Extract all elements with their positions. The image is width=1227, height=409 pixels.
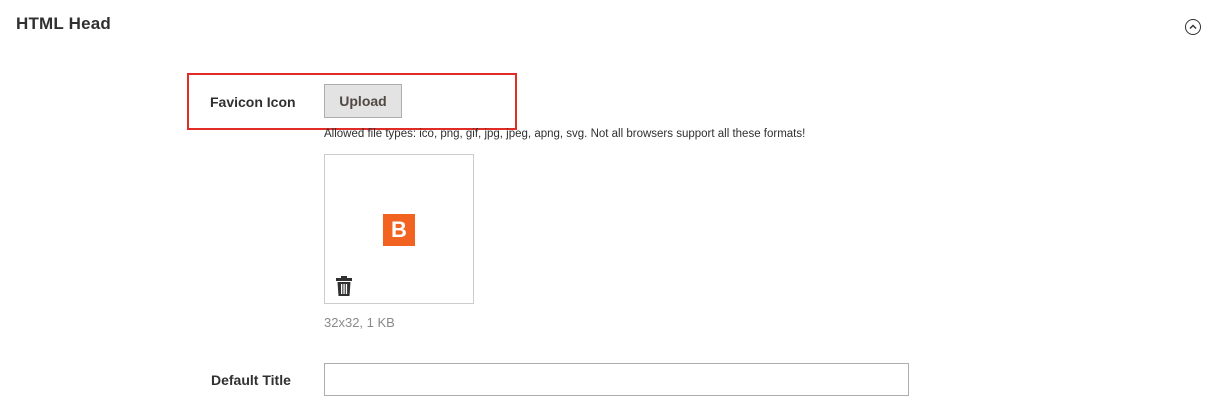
collapse-button[interactable] [1185,19,1201,35]
file-meta: 32x32, 1 KB [324,315,395,330]
section-title: HTML Head [16,14,111,33]
chevron-up-icon [1189,24,1197,29]
favicon-preview-box: B [324,154,474,304]
upload-button[interactable]: Upload [324,84,402,118]
allowed-file-types-note: Allowed file types: ico, png, gif, jpg, … [324,128,806,140]
default-title-label: Default Title [211,372,291,388]
trash-icon[interactable] [335,275,353,297]
favicon-image: B [383,214,415,246]
favicon-label: Favicon Icon [210,94,296,110]
default-title-input[interactable] [324,363,909,396]
